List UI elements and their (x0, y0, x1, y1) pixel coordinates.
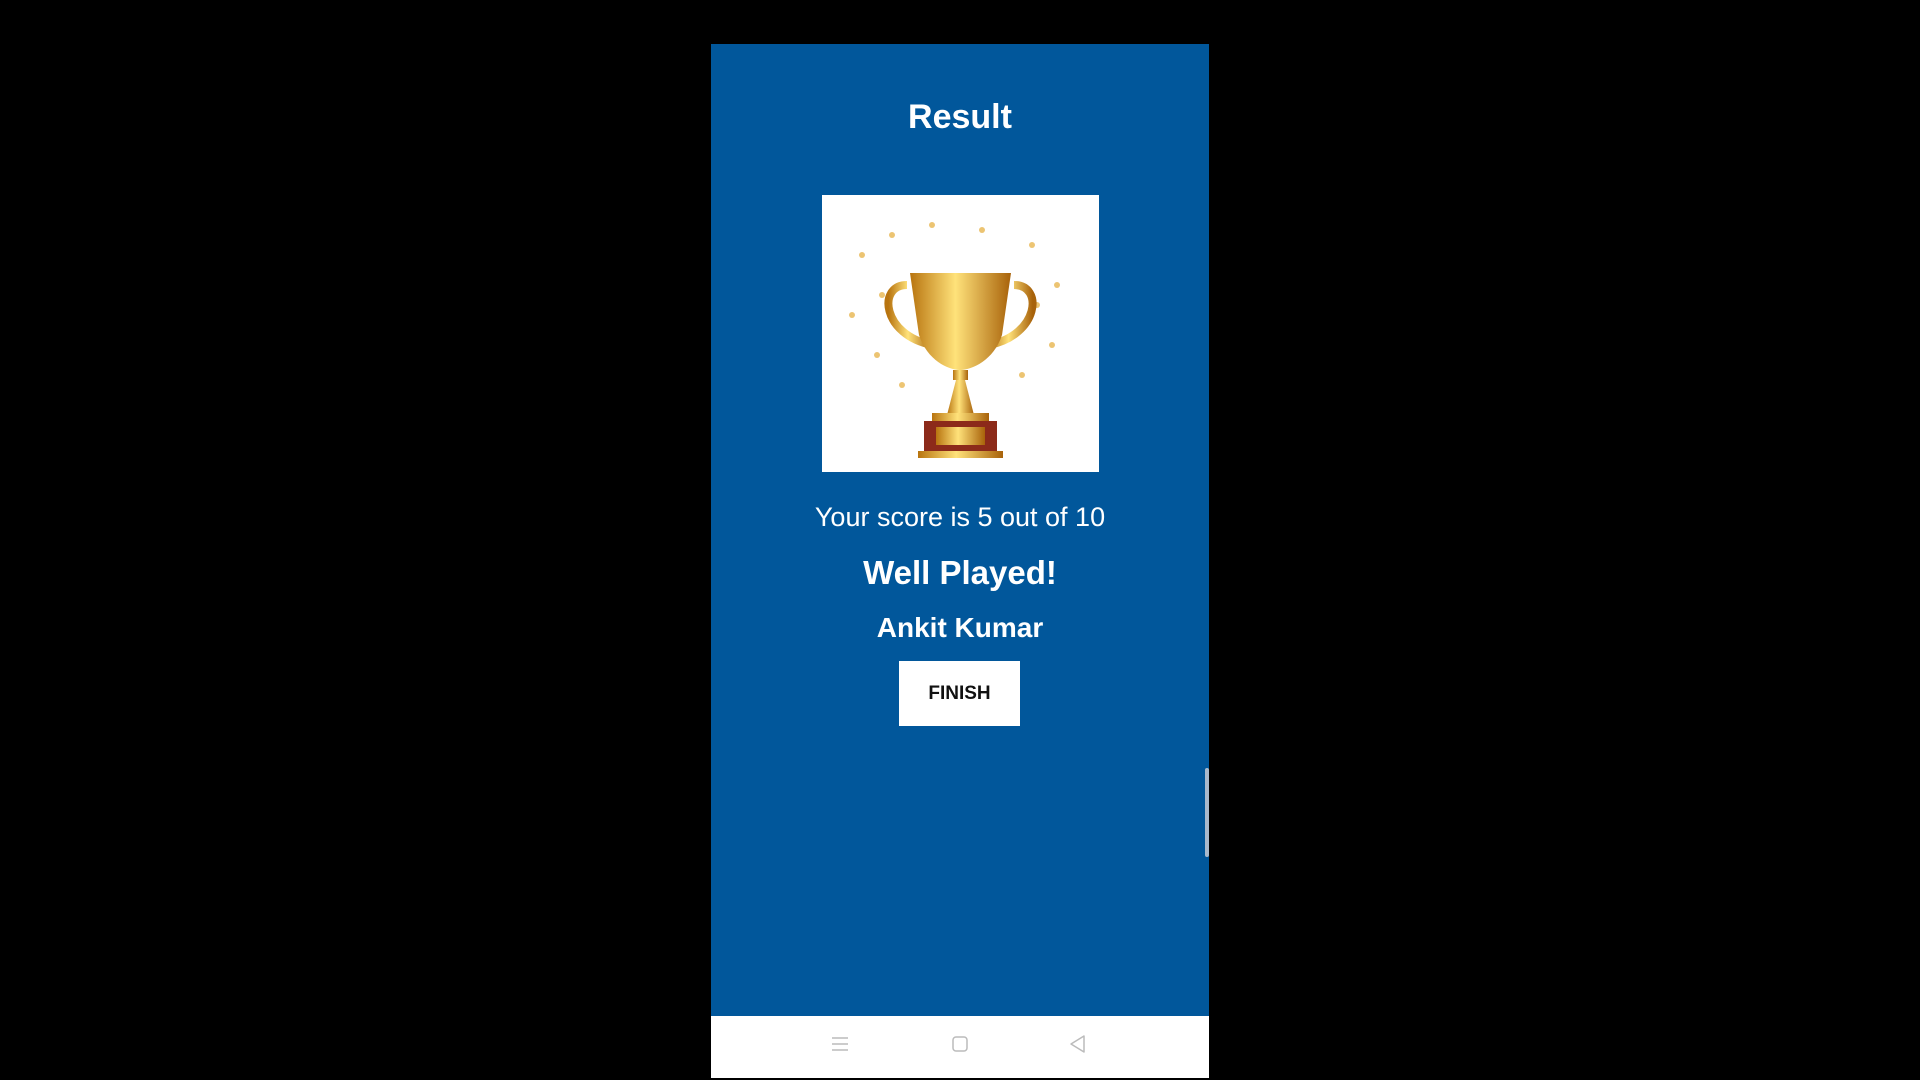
player-name: Ankit Kumar (876, 612, 1044, 643)
menu-icon[interactable] (830, 1034, 850, 1054)
finish-button[interactable]: FINISH (899, 661, 1020, 726)
scrollbar[interactable] (1205, 768, 1209, 857)
phone-screen: Result Your score is 5 out of 10 Well Pl… (711, 44, 1209, 1078)
back-icon[interactable] (1068, 1034, 1088, 1054)
page-title: Result (908, 98, 1012, 136)
trophy-icon (849, 222, 1060, 458)
home-icon[interactable] (950, 1034, 970, 1054)
result-message: Well Played! (863, 554, 1057, 591)
score-text: Your score is 5 out of 10 (814, 502, 1106, 532)
system-nav-bar (711, 1016, 1209, 1078)
trophy-image (822, 195, 1099, 472)
